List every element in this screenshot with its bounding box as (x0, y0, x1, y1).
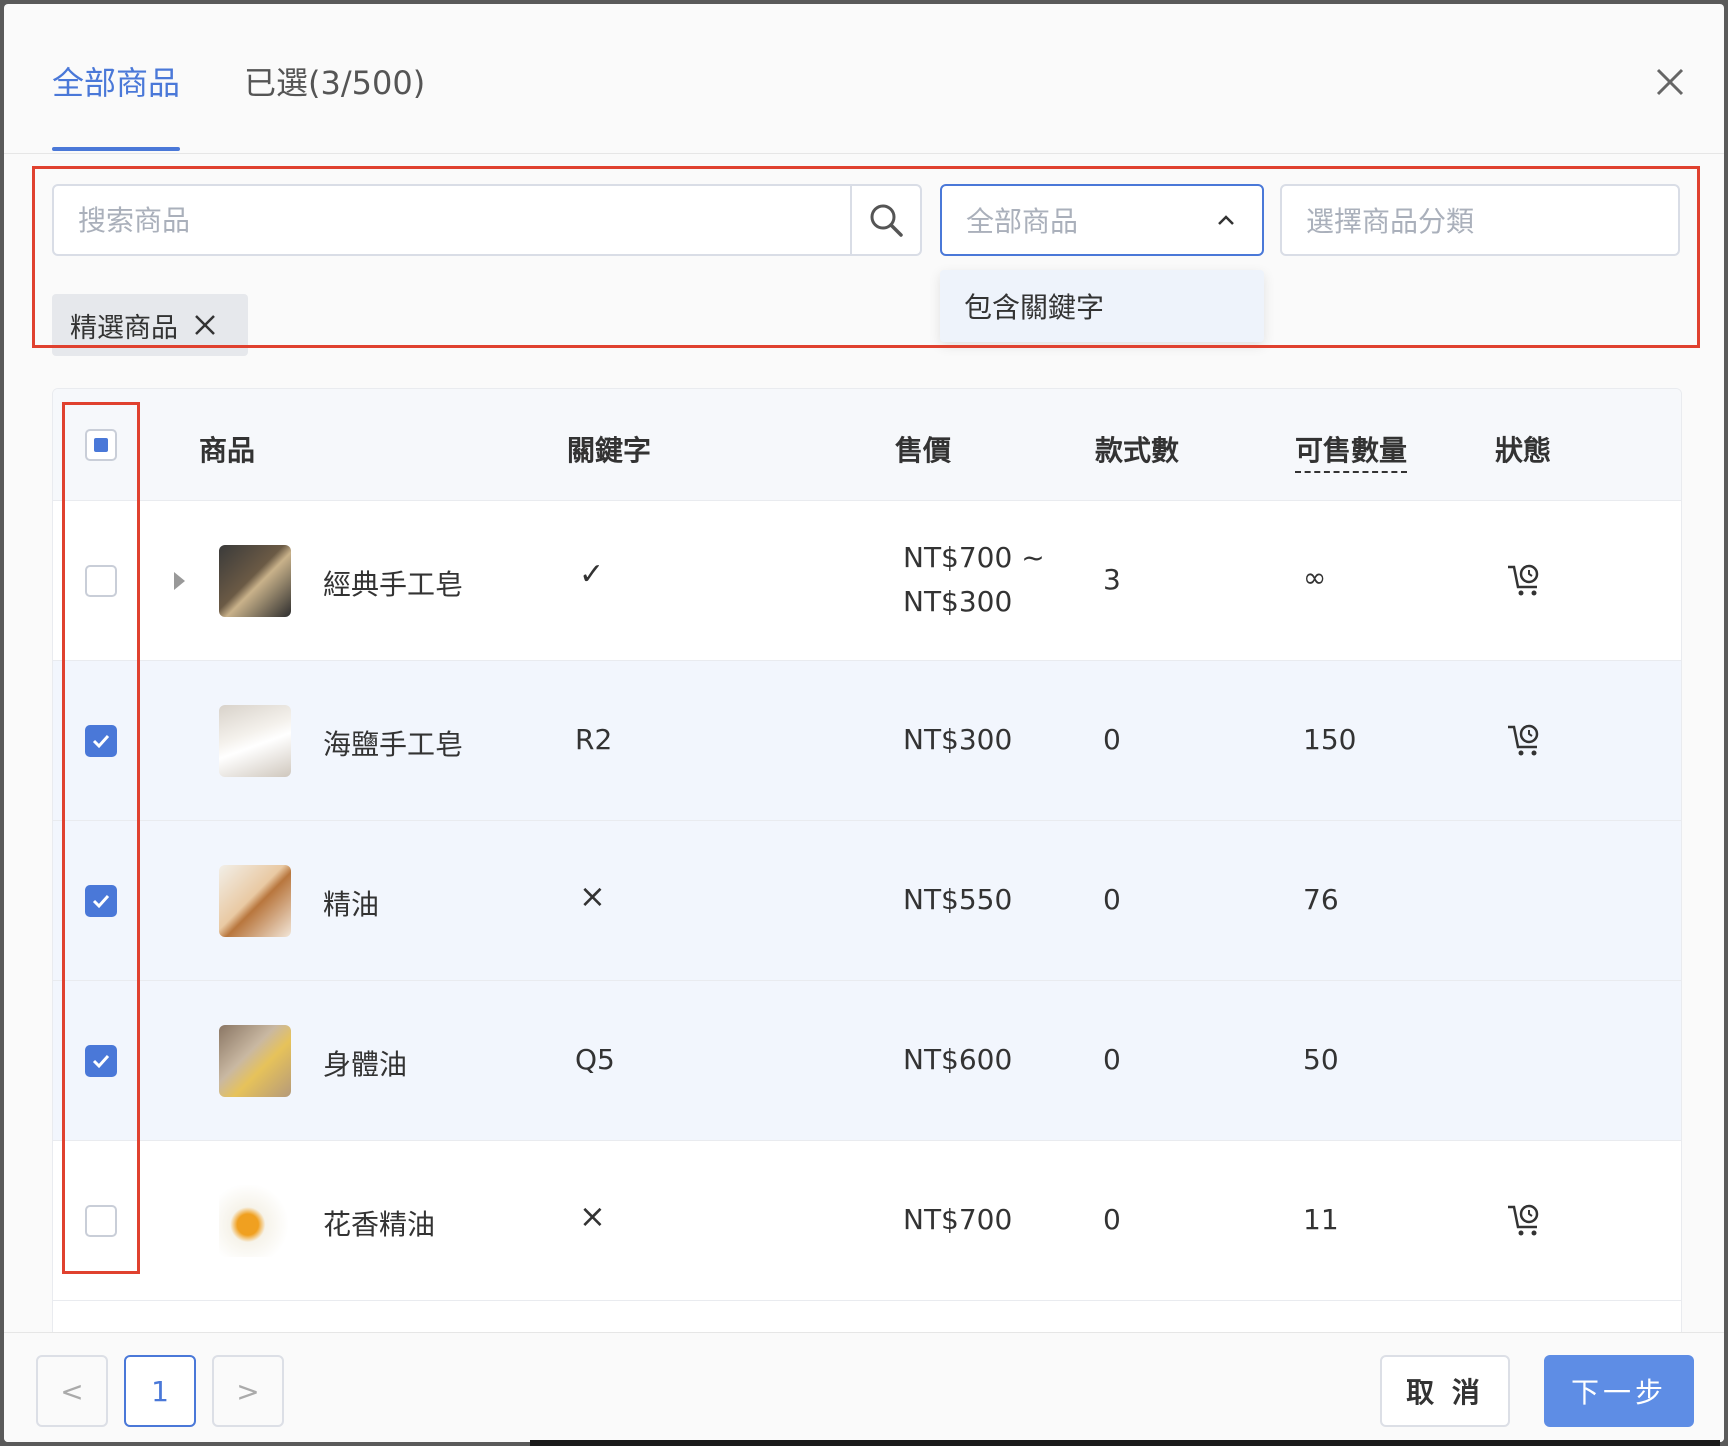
row-checkbox[interactable] (85, 1045, 117, 1077)
dropdown-option-include-keyword[interactable]: 包含關鍵字 (940, 270, 1264, 342)
filter-tag: 精選商品 (52, 294, 248, 356)
pagination-page-1[interactable]: 1 (124, 1355, 196, 1427)
expand-caret-icon[interactable] (171, 569, 187, 593)
keyword-value: ✓ (579, 557, 605, 592)
background-strip (530, 1440, 1720, 1446)
stock-value: ∞ (1303, 561, 1327, 594)
checkmark-icon (92, 1054, 110, 1069)
table-row[interactable]: 精油 × NT$550 0 76 (53, 821, 1681, 981)
filter-type-select-placeholder: 全部商品 (966, 205, 1079, 238)
keyword-value: R2 (575, 723, 613, 756)
close-button[interactable] (1650, 62, 1690, 102)
modal-footer: < 1 > 取 消 下一步 (4, 1332, 1724, 1442)
stock-value: 150 (1303, 723, 1357, 756)
product-thumbnail (219, 865, 291, 937)
modal-header: 全部商品 已選(3/500) (4, 4, 1724, 154)
price-value: NT$700 (903, 1203, 1013, 1236)
product-thumbnail (219, 1025, 291, 1097)
search-button[interactable] (850, 186, 920, 254)
column-header-price: 售價 (895, 434, 952, 467)
search-box (52, 184, 922, 256)
keyword-value: Q5 (575, 1043, 615, 1076)
tab-all-products[interactable]: 全部商品 (52, 58, 180, 104)
product-name: 身體油 (323, 1048, 408, 1081)
row-checkbox[interactable] (85, 1205, 117, 1237)
price-value-secondary: NT$300 (903, 585, 1013, 618)
product-name: 經典手工皂 (323, 568, 464, 601)
pagination-prev-button[interactable]: < (36, 1355, 108, 1427)
cancel-button[interactable]: 取 消 (1380, 1355, 1510, 1427)
search-icon (870, 204, 903, 237)
product-name: 精油 (323, 888, 380, 921)
product-thumbnail (219, 545, 291, 617)
row-checkbox[interactable] (85, 725, 117, 757)
variant-count: 0 (1103, 883, 1121, 916)
variant-count: 0 (1103, 723, 1121, 756)
row-checkbox[interactable] (85, 885, 117, 917)
variant-count: 3 (1103, 563, 1121, 596)
close-icon (1656, 68, 1684, 96)
stock-value: 76 (1303, 883, 1339, 916)
table-row[interactable]: 身體油 Q5 NT$600 0 50 (53, 981, 1681, 1141)
row-checkbox[interactable] (85, 565, 117, 597)
stock-value: 11 (1303, 1203, 1339, 1236)
keyword-value: × (579, 1197, 606, 1235)
price-value: NT$700 ~ (903, 541, 1045, 574)
shopping-cart-icon (1508, 1204, 1539, 1236)
product-name: 海鹽手工皂 (323, 728, 464, 761)
active-tab-indicator (52, 147, 180, 151)
pagination-next-button[interactable]: > (212, 1355, 284, 1427)
column-header-variants: 款式數 (1095, 434, 1180, 467)
column-header-status: 狀態 (1495, 434, 1552, 467)
next-step-button[interactable]: 下一步 (1544, 1355, 1694, 1427)
table-row[interactable]: 經典手工皂 ✓ NT$700 ~ NT$300 3 ∞ (53, 501, 1681, 661)
product-name: 花香精油 (323, 1208, 436, 1241)
shopping-cart-icon (1508, 724, 1539, 756)
variant-count: 0 (1103, 1203, 1121, 1236)
chevron-up-icon (1218, 215, 1234, 225)
filter-type-select[interactable]: 全部商品 (940, 184, 1264, 256)
table-row[interactable]: 花香精油 × NT$700 0 11 (53, 1141, 1681, 1301)
filter-tag-label: 精選商品 (70, 312, 178, 344)
product-thumbnail (219, 705, 291, 777)
category-select-placeholder: 選擇商品分類 (1306, 205, 1475, 238)
price-value: NT$550 (903, 883, 1013, 916)
checkmark-icon (92, 894, 110, 909)
table-row[interactable]: 海鹽手工皂 R2 NT$300 0 150 (53, 661, 1681, 821)
price-value: NT$300 (903, 723, 1013, 756)
product-select-modal: 全部商品 已選(3/500) 全部商品 選擇商品分類 精選商品 (4, 4, 1724, 1442)
table-header: 商品 關鍵字 售價 款式數 可售數量 狀態 (53, 389, 1681, 501)
variant-count: 0 (1103, 1043, 1121, 1076)
product-thumbnail (219, 1185, 291, 1257)
select-all-checkbox[interactable] (85, 429, 117, 461)
price-value: NT$600 (903, 1043, 1013, 1076)
product-table: 商品 關鍵字 售價 款式數 可售數量 狀態 經典手工皂 ✓ NT$700 ~ N… (52, 388, 1682, 1438)
column-header-keyword: 關鍵字 (567, 434, 652, 467)
checkmark-icon (92, 734, 110, 749)
keyword-value: × (579, 877, 606, 915)
column-header-product: 商品 (199, 434, 256, 467)
column-header-stock[interactable]: 可售數量 (1295, 429, 1408, 473)
tab-selected-products[interactable]: 已選(3/500) (244, 58, 425, 104)
search-input[interactable] (54, 186, 850, 254)
stock-value: 50 (1303, 1043, 1339, 1076)
tag-remove-icon[interactable] (192, 312, 218, 338)
shopping-cart-icon (1508, 564, 1539, 596)
category-select[interactable]: 選擇商品分類 (1280, 184, 1680, 256)
